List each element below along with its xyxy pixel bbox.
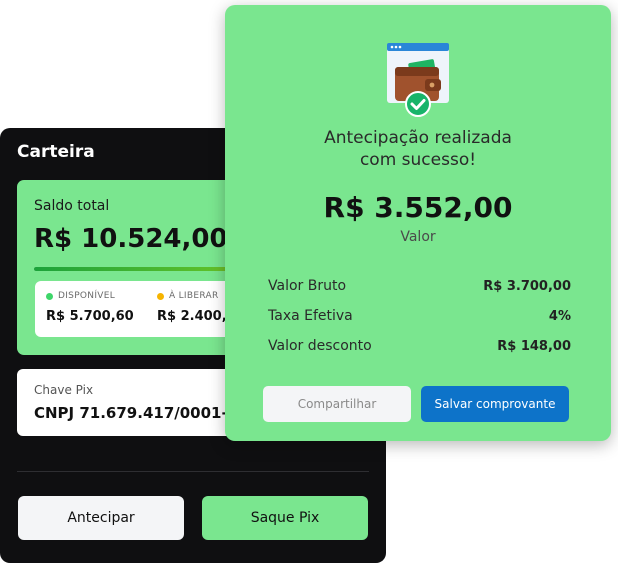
detail-label: Valor Bruto — [268, 278, 347, 294]
success-title-line1: Antecipação realizada — [324, 128, 512, 148]
divider — [17, 471, 369, 472]
balance-label: Saldo total — [34, 198, 110, 214]
success-modal: Antecipação realizada com sucesso! R$ 3.… — [225, 5, 611, 441]
share-button[interactable]: Compartilhar — [263, 386, 411, 422]
wallet-title: Carteira — [17, 142, 95, 162]
detail-value: R$ 148,00 — [497, 338, 571, 354]
detail-value: R$ 3.700,00 — [483, 278, 571, 294]
save-receipt-button[interactable]: Salvar comprovante — [421, 386, 569, 422]
success-title: Antecipação realizada com sucesso! — [225, 127, 611, 171]
balance-value: R$ 10.524,00 — [34, 224, 228, 254]
pending-section: À LIBERAR R$ 2.400,5 — [157, 291, 236, 324]
saque-pix-button[interactable]: Saque Pix — [202, 496, 368, 540]
detail-row: Taxa Efetiva 4% — [268, 308, 571, 324]
detail-row: Valor desconto R$ 148,00 — [268, 338, 571, 354]
pending-value: R$ 2.400,5 — [157, 309, 236, 324]
pix-key-value: CNPJ 71.679.417/0001-70 — [34, 404, 249, 422]
detail-value: 4% — [548, 308, 571, 324]
available-section: DISPONÍVEL R$ 5.700,60 — [46, 291, 134, 324]
pending-label: À LIBERAR — [169, 291, 219, 301]
detail-label: Taxa Efetiva — [268, 308, 353, 324]
available-value: R$ 5.700,60 — [46, 309, 134, 324]
antecipar-button[interactable]: Antecipar — [18, 496, 184, 540]
pending-dot-icon — [157, 292, 164, 300]
advance-amount-label: Valor — [400, 229, 436, 245]
available-label: DISPONÍVEL — [58, 291, 116, 301]
advance-amount: R$ 3.552,00 — [323, 191, 513, 224]
available-dot-icon — [46, 292, 53, 300]
pix-key-label: Chave Pix — [34, 383, 94, 397]
wallet-check-icon — [387, 43, 449, 117]
success-title-line2: com sucesso! — [359, 150, 477, 170]
detail-label: Valor desconto — [268, 338, 372, 354]
detail-row: Valor Bruto R$ 3.700,00 — [268, 278, 571, 294]
